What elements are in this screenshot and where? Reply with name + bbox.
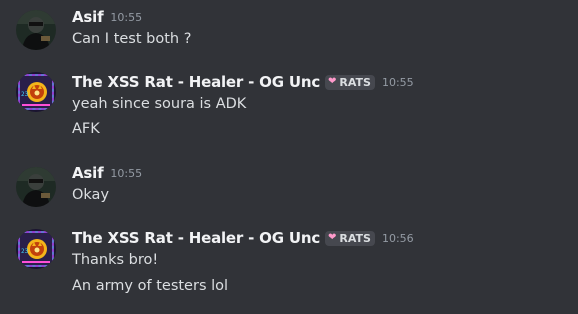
timestamp: 10:56	[381, 231, 414, 245]
timestamp: 10:55	[110, 10, 143, 24]
message-text: An army of testers lol	[72, 278, 229, 294]
username[interactable]: Asif	[72, 164, 104, 182]
message-text: yeah since soura is ADK	[72, 96, 247, 112]
chat-message-list: Asif 10:55 Can I test both ? 23 The XSS …	[0, 0, 578, 314]
role-tag[interactable]: ❤ RATS	[325, 230, 375, 246]
dark-figure-avatar[interactable]	[16, 10, 56, 50]
username[interactable]: Asif	[72, 8, 104, 26]
dark-figure-avatar[interactable]	[16, 167, 56, 207]
message-text: Okay	[72, 187, 110, 203]
timestamp: 10:55	[110, 166, 143, 180]
rat-badge-avatar[interactable]: 23	[16, 229, 56, 269]
message-text: Can I test both ?	[72, 31, 192, 47]
rat-badge-avatar[interactable]: 23	[16, 72, 56, 112]
timestamp: 10:55	[381, 75, 414, 89]
svg-text:23: 23	[21, 91, 29, 98]
pink-heart-icon: ❤	[328, 232, 337, 243]
svg-text:23: 23	[21, 248, 29, 255]
username[interactable]: The XSS Rat - Healer - OG Unc	[72, 73, 320, 91]
pink-heart-icon: ❤	[328, 76, 337, 87]
role-tag[interactable]: ❤ RATS	[325, 74, 375, 90]
message-text: AFK	[72, 121, 100, 137]
message-text: Thanks bro!	[72, 252, 159, 268]
role-tag-label: RATS	[339, 231, 371, 245]
role-tag-label: RATS	[339, 75, 371, 89]
username[interactable]: The XSS Rat - Healer - OG Unc	[72, 229, 320, 247]
